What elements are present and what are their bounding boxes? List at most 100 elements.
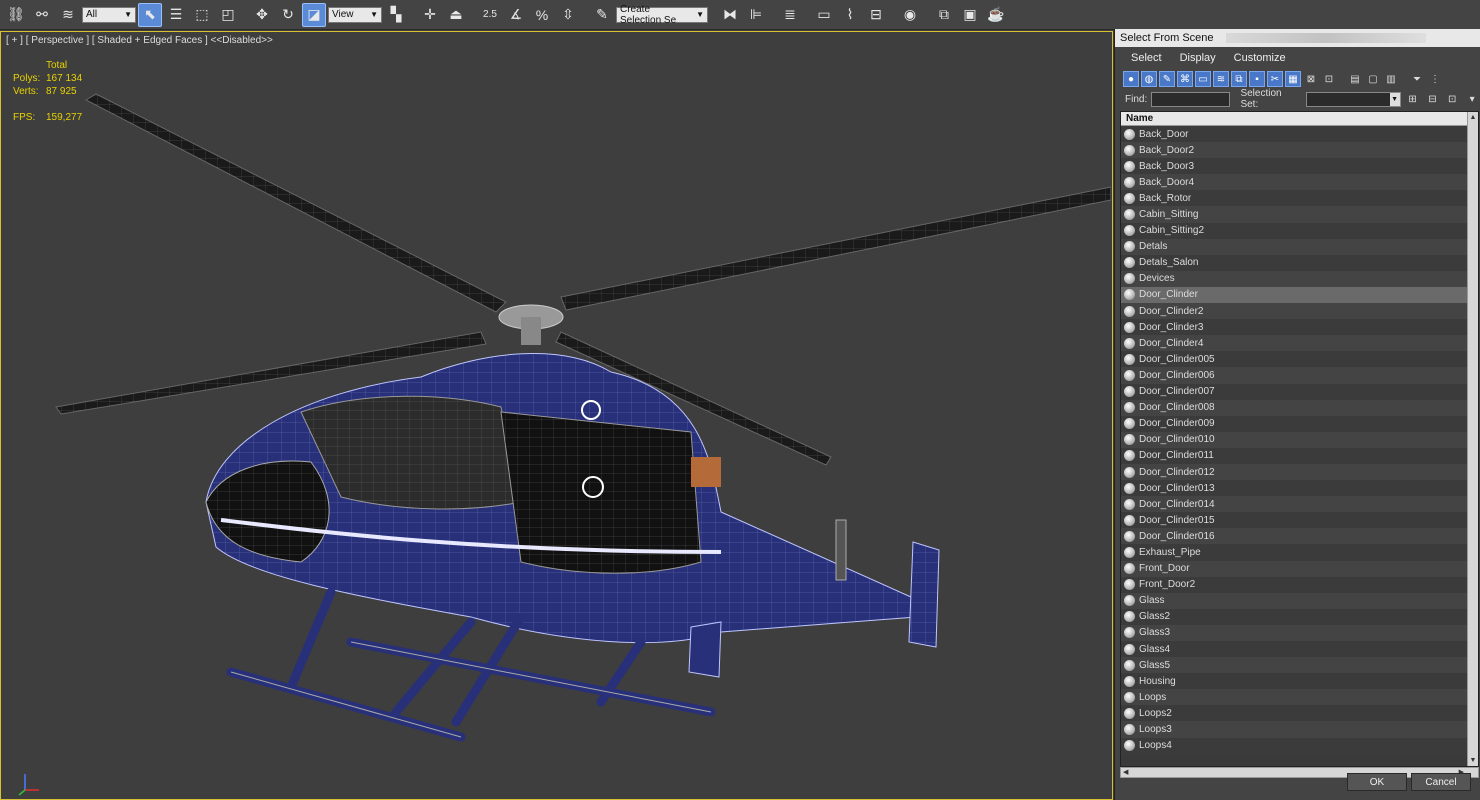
rectangular-selection-icon[interactable]: ⬚: [190, 3, 214, 27]
snaps-toggle-icon[interactable]: 2.5: [478, 3, 502, 27]
select-object-icon[interactable]: ⬉: [138, 2, 162, 27]
list-item[interactable]: Door_Clinder007: [1121, 383, 1468, 400]
display-geometry-icon[interactable]: ●: [1123, 71, 1139, 87]
list-item[interactable]: Door_Clinder016: [1121, 528, 1468, 545]
display-frozen-icon[interactable]: ⊠: [1303, 71, 1319, 87]
list-item[interactable]: Door_Clinder011: [1121, 447, 1468, 464]
display-spacewarps-icon[interactable]: ≋: [1213, 71, 1229, 87]
spinner-snap-icon[interactable]: ⇳: [556, 3, 580, 27]
list-item[interactable]: Door_Clinder013: [1121, 480, 1468, 497]
cancel-button[interactable]: Cancel: [1411, 773, 1471, 791]
list-item[interactable]: Back_Door3: [1121, 158, 1468, 175]
list-item[interactable]: Door_Clinder: [1121, 286, 1468, 304]
vertical-scrollbar[interactable]: ▲ ▼: [1467, 112, 1478, 766]
list-item[interactable]: Detals: [1121, 238, 1468, 255]
helicopter-model[interactable]: [1, 32, 1111, 792]
window-crossing-icon[interactable]: ◰: [216, 3, 240, 27]
edit-named-selection-icon[interactable]: ✎: [590, 3, 614, 27]
selection-set-dropdown[interactable]: ▼: [1305, 91, 1401, 107]
display-none-icon[interactable]: ▢: [1365, 71, 1381, 87]
list-item[interactable]: Devices: [1121, 270, 1468, 287]
display-shapes-icon[interactable]: ◍: [1141, 71, 1157, 87]
list-item[interactable]: Loops3: [1121, 721, 1468, 738]
move-icon[interactable]: ✥: [250, 3, 274, 27]
filter-icon[interactable]: ⏷: [1409, 71, 1425, 87]
list-item[interactable]: Cabin_Sitting2: [1121, 222, 1468, 239]
render-production-icon[interactable]: ☕: [984, 3, 1008, 27]
display-xrefs-icon[interactable]: ▪: [1249, 71, 1265, 87]
named-selection-set-dropdown[interactable]: Create Selection Se ▼: [616, 4, 708, 26]
list-item[interactable]: Detals_Salon: [1121, 254, 1468, 271]
menu-select[interactable]: Select: [1131, 52, 1162, 64]
list-item[interactable]: Door_Clinder014: [1121, 496, 1468, 513]
display-lights-icon[interactable]: ✎: [1159, 71, 1175, 87]
link-icon[interactable]: ⛓: [4, 3, 28, 27]
reference-coordinate-dropdown[interactable]: View ▼: [328, 6, 382, 23]
ok-button[interactable]: OK: [1347, 773, 1407, 791]
list-item[interactable]: Door_Clinder009: [1121, 415, 1468, 432]
scale-icon[interactable]: ◪: [302, 2, 326, 27]
list-item[interactable]: Exhaust_Pipe: [1121, 544, 1468, 561]
list-item[interactable]: Back_Rotor: [1121, 190, 1468, 207]
invert-display-icon[interactable]: ▥: [1383, 71, 1399, 87]
layer-manager-icon[interactable]: ≣: [778, 3, 802, 27]
perspective-viewport[interactable]: [ + ] [ Perspective ] [ Shaded + Edged F…: [0, 31, 1113, 800]
list-item[interactable]: Loops4: [1121, 737, 1468, 754]
list-item[interactable]: Door_Clinder010: [1121, 431, 1468, 448]
align-icon[interactable]: ⊫: [744, 3, 768, 27]
list-item[interactable]: Loops2: [1121, 705, 1468, 722]
material-editor-icon[interactable]: ◉: [898, 3, 922, 27]
column-header-name[interactable]: Name: [1121, 112, 1478, 126]
list-item[interactable]: Glass4: [1121, 641, 1468, 658]
list-item[interactable]: Back_Door: [1121, 126, 1468, 143]
unlink-icon[interactable]: ⚯: [30, 3, 54, 27]
graphite-toolbox-icon[interactable]: ▭: [812, 3, 836, 27]
bind-spacewarp-icon[interactable]: ≋: [56, 3, 80, 27]
scroll-down-icon[interactable]: ▼: [1468, 755, 1478, 766]
list-item[interactable]: Back_Door4: [1121, 174, 1468, 191]
list-item[interactable]: Door_Clinder015: [1121, 512, 1468, 529]
list-item[interactable]: Door_Clinder2: [1121, 303, 1468, 320]
scroll-up-icon[interactable]: ▲: [1468, 112, 1478, 123]
list-item[interactable]: Door_Clinder4: [1121, 335, 1468, 352]
keyboard-shortcut-override-icon[interactable]: ⏏: [444, 3, 468, 27]
list-item[interactable]: Front_Door: [1121, 560, 1468, 577]
list-item[interactable]: Glass2: [1121, 608, 1468, 625]
rotate-icon[interactable]: ↻: [276, 3, 300, 27]
display-helpers-icon[interactable]: ▭: [1195, 71, 1211, 87]
list-item[interactable]: Door_Clinder012: [1121, 463, 1468, 481]
menu-customize[interactable]: Customize: [1234, 52, 1286, 64]
options-dropdown-icon[interactable]: ▾: [1464, 91, 1480, 107]
select-by-name-icon[interactable]: ☰: [164, 3, 188, 27]
menu-display[interactable]: Display: [1180, 52, 1216, 64]
select-manipulate-icon[interactable]: ✛: [418, 3, 442, 27]
list-item[interactable]: Door_Clinder008: [1121, 399, 1468, 416]
list-item[interactable]: Glass3: [1121, 624, 1468, 641]
list-item[interactable]: Cabin_Sitting: [1121, 206, 1468, 223]
filter-options-icon[interactable]: ⋮: [1427, 71, 1443, 87]
curve-editor-icon[interactable]: ⌇: [838, 3, 862, 27]
list-item[interactable]: Door_Clinder005: [1121, 351, 1468, 368]
percent-snap-icon[interactable]: %: [530, 3, 554, 27]
angle-snap-icon[interactable]: ∡: [504, 3, 528, 27]
select-invert-icon[interactable]: ⊡: [1444, 91, 1460, 107]
scroll-left-icon[interactable]: ◀: [1123, 768, 1128, 777]
list-item[interactable]: Glass5: [1121, 657, 1468, 674]
list-item[interactable]: Housing: [1121, 673, 1468, 690]
find-input[interactable]: [1151, 91, 1231, 107]
mirror-icon[interactable]: ⧓: [718, 3, 742, 27]
display-groups-icon[interactable]: ⧉: [1231, 71, 1247, 87]
list-item[interactable]: Glass: [1121, 592, 1468, 609]
list-item[interactable]: Front_Door2: [1121, 576, 1468, 593]
select-all-icon[interactable]: ⊞: [1405, 91, 1421, 107]
display-hidden-icon[interactable]: ⊡: [1321, 71, 1337, 87]
display-bones-icon[interactable]: ✂: [1267, 71, 1283, 87]
display-all-icon[interactable]: ▤: [1347, 71, 1363, 87]
selection-filter-dropdown[interactable]: All ▼: [82, 6, 136, 23]
rendered-frame-window-icon[interactable]: ▣: [958, 3, 982, 27]
list-item[interactable]: Door_Clinder006: [1121, 367, 1468, 384]
schematic-view-icon[interactable]: ⊟: [864, 3, 888, 27]
list-item[interactable]: Back_Door2: [1121, 142, 1468, 159]
display-cameras-icon[interactable]: ⌘: [1177, 71, 1193, 87]
render-setup-icon[interactable]: ⧉: [932, 3, 956, 27]
